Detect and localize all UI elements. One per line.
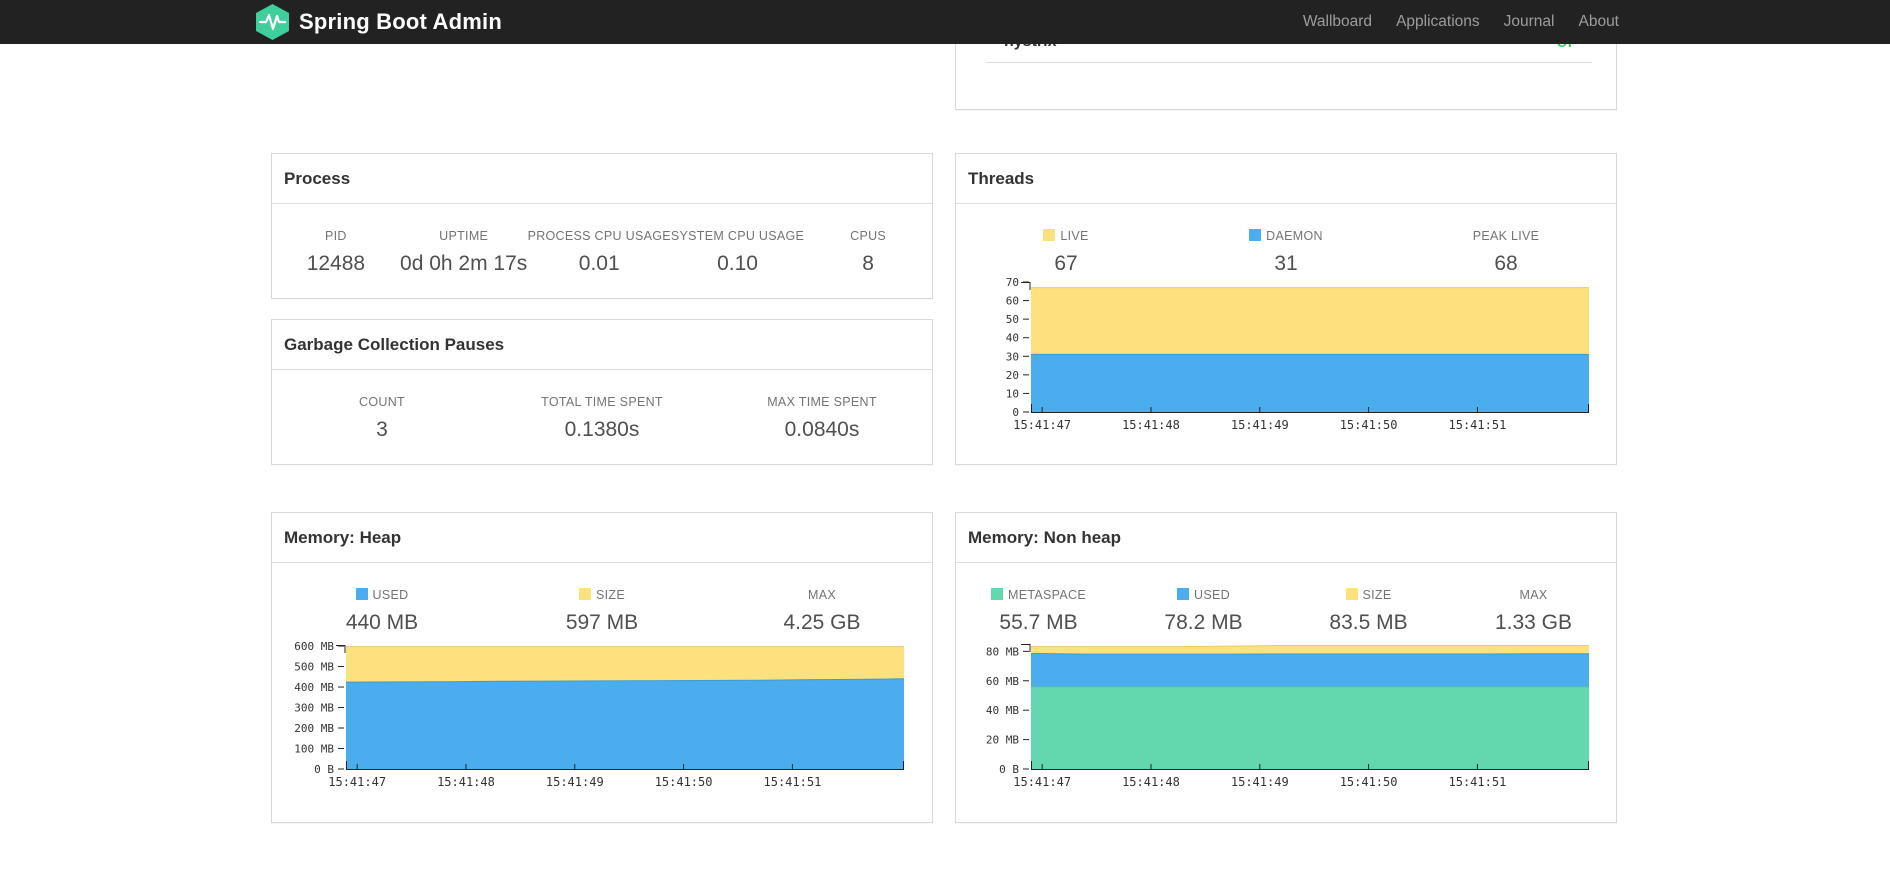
svg-text:60 MB: 60 MB — [986, 675, 1019, 688]
svg-text:50: 50 — [1006, 313, 1019, 326]
used-swatch-icon — [355, 588, 368, 600]
svg-text:15:41:47: 15:41:47 — [1013, 775, 1071, 789]
legend-item-live: LIVE 67 — [956, 229, 1176, 276]
gc-metrics: COUNT 3 TOTAL TIME SPENT 0.1380s MAX TIM… — [272, 370, 932, 442]
svg-text:15:41:51: 15:41:51 — [764, 775, 822, 789]
legend-item-peak-live: PEAK LIVE 68 — [1472, 229, 1540, 275]
live-swatch-icon — [1043, 229, 1056, 241]
metric-gc-total-time: TOTAL TIME SPENT 0.1380s — [541, 395, 663, 441]
heap-legend: USED 440 MB SIZE 597 MB MAX 4.25 GB — [272, 563, 932, 635]
used-swatch-icon — [1177, 588, 1190, 600]
legend-item-size: SIZE 83.5 MB — [1329, 588, 1408, 634]
svg-text:80 MB: 80 MB — [986, 645, 1019, 658]
nav-item-wallboard[interactable]: Wallboard — [1291, 0, 1384, 44]
memory-heap-card: Memory: Heap USED 440 MB SIZE 597 MB MAX… — [271, 512, 933, 823]
legend-item-max: MAX 4.25 GB — [783, 588, 861, 634]
legend-item-metaspace: METASPACE 55.7 MB — [956, 588, 1121, 635]
metric-uptime: UPTIME 0d 0h 2m 17s — [400, 229, 528, 275]
svg-text:200 MB: 200 MB — [294, 722, 334, 735]
svg-text:15:41:50: 15:41:50 — [1340, 418, 1398, 432]
legend-item-used: USED 440 MB — [345, 588, 419, 634]
card-title: Threads — [956, 154, 1616, 204]
nav-item-journal[interactable]: Journal — [1492, 0, 1567, 44]
svg-text:0 B: 0 B — [999, 763, 1019, 776]
brand-title: Spring Boot Admin — [299, 9, 503, 34]
metric-system-cpu-usage: SYSTEM CPU USAGE 0.10 — [670, 229, 805, 275]
svg-text:15:41:48: 15:41:48 — [1122, 775, 1180, 789]
nonheap-legend: METASPACE 55.7 MB USED 78.2 MB SIZE 83.5… — [956, 563, 1616, 635]
process-metrics: PID 12488 UPTIME 0d 0h 2m 17s PROCESS CP… — [272, 204, 932, 276]
navbar: Spring Boot Admin Wallboard Applications… — [0, 0, 1890, 44]
svg-text:600 MB: 600 MB — [294, 640, 334, 653]
metric-gc-count: COUNT 3 — [359, 395, 405, 441]
nav-links: Wallboard Applications Journal About — [1291, 0, 1631, 44]
nav-item-about[interactable]: About — [1566, 0, 1631, 44]
svg-text:70: 70 — [1006, 276, 1019, 289]
svg-text:20: 20 — [1006, 369, 1019, 382]
svg-text:40 MB: 40 MB — [986, 704, 1019, 717]
svg-text:30: 30 — [1006, 350, 1019, 363]
legend-item-daemon: DAEMON 31 — [1176, 229, 1396, 276]
svg-text:15:41:47: 15:41:47 — [1013, 418, 1071, 432]
card-title: Garbage Collection Pauses — [272, 320, 932, 370]
legend-item-size: SIZE 597 MB — [565, 588, 639, 634]
brand-link[interactable]: Spring Boot Admin — [256, 4, 502, 40]
process-card: Process PID 12488 UPTIME 0d 0h 2m 17s PR… — [271, 153, 933, 299]
card-title: Process — [272, 154, 932, 204]
metric-process-cpu-usage: PROCESS CPU USAGE 0.01 — [527, 229, 671, 275]
svg-text:0 B: 0 B — [314, 763, 334, 776]
gc-pauses-card: Garbage Collection Pauses COUNT 3 TOTAL … — [271, 319, 933, 465]
svg-text:40: 40 — [1006, 332, 1019, 345]
svg-text:60: 60 — [1006, 295, 1019, 308]
metric-pid: PID 12488 — [306, 229, 366, 275]
svg-text:100 MB: 100 MB — [294, 743, 334, 756]
svg-text:500 MB: 500 MB — [294, 661, 334, 674]
svg-text:15:41:49: 15:41:49 — [1231, 775, 1289, 789]
svg-text:0: 0 — [1012, 406, 1019, 419]
svg-text:15:41:49: 15:41:49 — [1231, 418, 1289, 432]
memory-nonheap-card: Memory: Non heap METASPACE 55.7 MB USED … — [955, 512, 1617, 823]
svg-text:15:41:49: 15:41:49 — [546, 775, 604, 789]
svg-text:15:41:47: 15:41:47 — [328, 775, 386, 789]
svg-text:15:41:48: 15:41:48 — [437, 775, 495, 789]
legend-item-used: USED 78.2 MB — [1164, 588, 1243, 634]
metric-gc-max-time: MAX TIME SPENT 0.0840s — [767, 395, 877, 441]
svg-text:15:41:51: 15:41:51 — [1449, 418, 1507, 432]
svg-text:10: 10 — [1006, 387, 1019, 400]
card-title: Memory: Heap — [272, 513, 932, 563]
svg-text:15:41:50: 15:41:50 — [655, 775, 713, 789]
svg-text:300 MB: 300 MB — [294, 702, 334, 715]
size-swatch-icon — [579, 588, 591, 600]
card-title: Memory: Non heap — [956, 513, 1616, 563]
nav-item-applications[interactable]: Applications — [1384, 0, 1492, 44]
svg-text:15:41:48: 15:41:48 — [1122, 418, 1180, 432]
svg-text:400 MB: 400 MB — [294, 681, 334, 694]
legend-item-max: MAX 1.33 GB — [1494, 588, 1573, 634]
metaspace-swatch-icon — [991, 588, 1004, 600]
svg-text:20 MB: 20 MB — [986, 734, 1019, 747]
metric-cpus: CPUS 8 — [850, 229, 887, 275]
pulse-hexagon-logo-icon — [256, 4, 289, 40]
threads-card: Threads LIVE 67 DAEMON 31 PEAK LIVE 68 1… — [955, 153, 1617, 465]
daemon-swatch-icon — [1249, 229, 1262, 241]
threads-legend: LIVE 67 DAEMON 31 PEAK LIVE 68 — [956, 204, 1616, 276]
svg-text:15:41:50: 15:41:50 — [1340, 775, 1398, 789]
svg-text:15:41:51: 15:41:51 — [1449, 775, 1507, 789]
size-swatch-icon — [1345, 588, 1358, 600]
